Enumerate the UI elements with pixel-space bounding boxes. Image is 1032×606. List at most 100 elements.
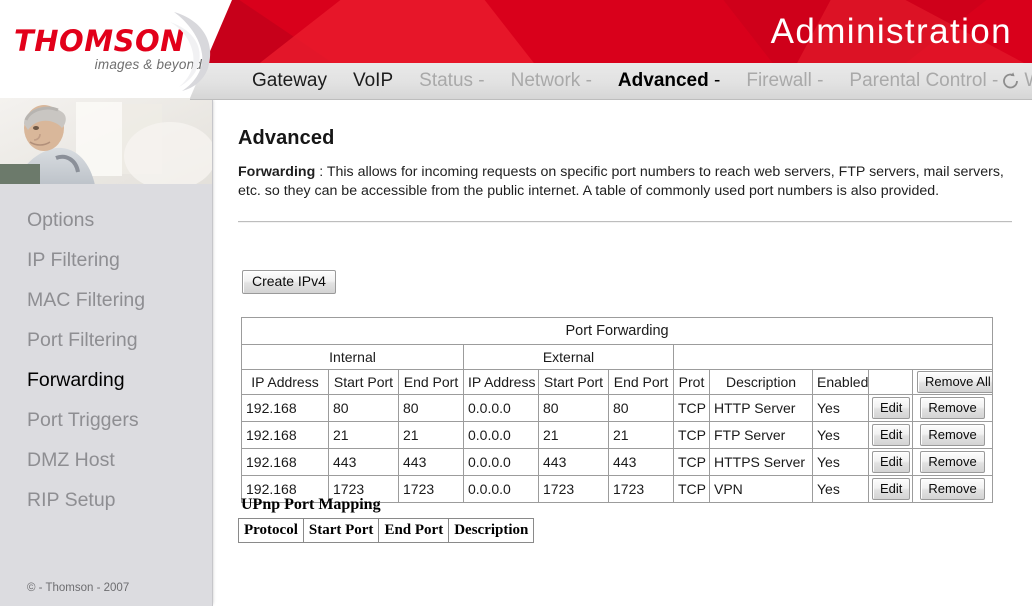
refresh-icon[interactable]	[1000, 70, 1022, 92]
cell-internal-end: 443	[398, 448, 464, 476]
page-description: Forwarding : This allows for incoming re…	[238, 163, 1012, 201]
sidebar-item-label: DMZ Host	[27, 449, 115, 471]
cell-external-ip: 0.0.0.0	[463, 475, 539, 503]
remove-all-header-cell: Remove All	[911, 369, 994, 395]
sidebar-item-port-triggers[interactable]: Port Triggers	[0, 400, 212, 440]
nav-item-label: Advanced	[617, 70, 709, 91]
edit-button[interactable]: Edit	[872, 397, 911, 419]
edit-button[interactable]: Edit	[872, 451, 911, 473]
table-title-row: Port Forwarding	[240, 317, 994, 345]
cell-external-start: 1723	[538, 475, 609, 503]
cell-internal-start: 443	[328, 448, 399, 476]
sidebar: Options IP Filtering MAC Filtering Port Fil…	[0, 98, 213, 606]
cell-internal-end: 80	[398, 394, 464, 422]
nav-item-label: Firewall	[746, 70, 812, 91]
nav-item-voip[interactable]: VoIP	[353, 70, 393, 92]
column-header: Description	[709, 369, 813, 395]
nav-item-firewall[interactable]: Firewall -	[746, 70, 823, 92]
edit-cell: Edit	[868, 421, 913, 449]
cell-external-ip: 0.0.0.0	[463, 448, 539, 476]
column-header: IP Address	[241, 369, 329, 395]
cell-internal-ip: 192.168	[241, 448, 329, 476]
table-row: 192.168 80 80 0.0.0.0 80 80 TCP HTTP Server Yes E…	[241, 394, 994, 422]
nav-item-advanced[interactable]: Advanced -	[618, 70, 720, 92]
nav-item-label: Network	[510, 70, 581, 91]
upnp-header-row: Protocol Start Port End Port Description	[238, 518, 535, 543]
table-group-row: Internal External	[241, 344, 994, 370]
edit-button[interactable]: Edit	[872, 478, 911, 500]
group-header-external: External	[463, 344, 674, 370]
cell-external-ip: 0.0.0.0	[463, 394, 539, 422]
upnp-column-header: Protocol	[238, 518, 304, 543]
remove-button[interactable]: Remove	[920, 397, 985, 419]
page-root: Administration THOMSON images & beyond G…	[0, 0, 1032, 606]
sidebar-nav: Options IP Filtering MAC Filtering Port Fil…	[0, 200, 212, 520]
table-row: 192.168 21 21 0.0.0.0 21 21 TCP FTP Server Yes Ed…	[241, 421, 994, 449]
cell-description: FTP Server	[709, 421, 813, 449]
sidebar-item-label: Options	[27, 209, 95, 231]
create-ipv4-button[interactable]: Create IPv4	[242, 270, 336, 294]
nav-item-gateway[interactable]: Gateway	[252, 70, 327, 92]
banner-facet	[225, 0, 689, 66]
cell-external-start: 21	[538, 421, 609, 449]
port-forwarding-table: Port Forwarding Internal External IP Add…	[240, 317, 994, 503]
upnp-port-mapping-table: Protocol Start Port End Port Description	[238, 518, 535, 543]
cell-internal-ip: 192.168	[241, 421, 329, 449]
nav-item-caret-icon: -	[580, 70, 592, 91]
remove-button[interactable]: Remove	[920, 478, 985, 500]
nav-item-label: Gateway	[252, 70, 327, 91]
description-text: This allows for incoming requests on spe…	[238, 164, 1004, 199]
cell-prot: TCP	[673, 475, 710, 503]
sidebar-item-label: IP Filtering	[27, 249, 120, 271]
column-header: IP Address	[463, 369, 539, 395]
cell-external-ip: 0.0.0.0	[463, 421, 539, 449]
nav-item-caret-icon: -	[986, 70, 999, 91]
cell-enabled: Yes	[812, 475, 869, 503]
cell-prot: TCP	[673, 448, 710, 476]
sidebar-item-rip-setup[interactable]: RIP Setup	[0, 480, 212, 520]
banner-title: Administration	[770, 12, 1012, 51]
cell-external-end: 443	[608, 448, 674, 476]
nav-item-label: Wireless	[1024, 70, 1032, 91]
group-header-blank	[672, 344, 994, 370]
edit-cell: Edit	[868, 475, 913, 503]
sidebar-item-options[interactable]: Options	[0, 200, 212, 240]
nav-item-label: VoIP	[352, 70, 394, 91]
nav-item-network[interactable]: Network -	[511, 70, 592, 92]
remove-all-button[interactable]: Remove All	[917, 371, 992, 393]
edit-cell: Edit	[868, 394, 913, 422]
table-row: 192.168 443 443 0.0.0.0 443 443 TCP HTTPS Serve…	[241, 448, 994, 476]
column-header: Start Port	[328, 369, 399, 395]
nav-item-caret-icon: -	[708, 70, 721, 91]
sidebar-item-label: Port Filtering	[27, 329, 138, 351]
sidebar-photo	[0, 98, 212, 190]
nav-item-status[interactable]: Status -	[419, 70, 484, 92]
nav-item-wireless[interactable]: Wireless	[1024, 70, 1032, 92]
sidebar-item-ip-filtering[interactable]: IP Filtering	[0, 240, 212, 280]
edit-button[interactable]: Edit	[872, 424, 911, 446]
cell-external-end: 21	[608, 421, 674, 449]
sidebar-item-port-filtering[interactable]: Port Filtering	[0, 320, 212, 360]
sidebar-item-label: MAC Filtering	[27, 289, 146, 311]
cell-internal-start: 21	[328, 421, 399, 449]
nav-item-label: Parental Control	[849, 70, 987, 91]
cell-prot: TCP	[673, 421, 710, 449]
page-title: Advanced	[238, 127, 335, 149]
remove-button[interactable]: Remove	[920, 424, 985, 446]
sidebar-item-forwarding[interactable]: Forwarding	[0, 360, 212, 400]
cell-internal-end: 21	[398, 421, 464, 449]
sidebar-item-dmz-host[interactable]: DMZ Host	[0, 440, 212, 480]
sidebar-item-mac-filtering[interactable]: MAC Filtering	[0, 280, 212, 320]
cell-internal-start: 80	[328, 394, 399, 422]
column-header: End Port	[398, 369, 464, 395]
remove-cell: Remove	[911, 394, 994, 422]
nav-item-parental-control[interactable]: Parental Control -	[849, 70, 998, 92]
column-header: Start Port	[538, 369, 609, 395]
column-header: Prot	[673, 369, 710, 395]
nav-item-caret-icon: -	[473, 70, 485, 91]
column-header: End Port	[608, 369, 674, 395]
remove-button[interactable]: Remove	[920, 451, 985, 473]
column-header: Enabled	[812, 369, 869, 395]
edit-cell: Edit	[868, 448, 913, 476]
remove-cell: Remove	[911, 421, 994, 449]
